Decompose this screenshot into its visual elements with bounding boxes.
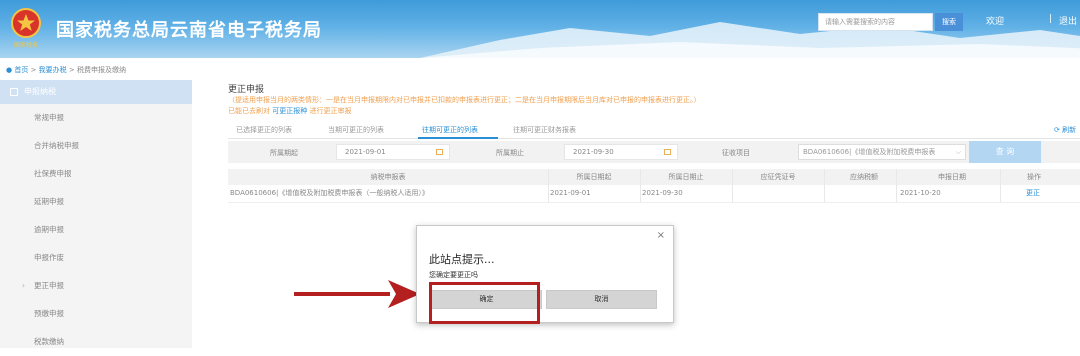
cell-start: 2021-09-01 (550, 189, 591, 197)
red-arrow-annotation (294, 280, 420, 308)
period-end-value: 2021-09-30 (573, 148, 614, 156)
sidebar-item-label: 社保费申报 (34, 169, 72, 178)
refresh-label: 刷新 (1062, 126, 1077, 134)
column-header-start: 所属日期起 (576, 173, 612, 181)
tab-selected-corrections[interactable]: 已选择更正的列表 (236, 125, 292, 135)
column-header-action: 操作 (1027, 173, 1041, 181)
refresh-icon: ⟳ (1054, 126, 1060, 134)
levy-item-select[interactable]: BDA0610606|《增值税及附加税费申报表 ⌵ (798, 144, 966, 160)
chevron-down-icon: ⌵ (955, 148, 961, 156)
sidebar-item-label: 合并纳税申报 (34, 141, 79, 150)
declaration-table: 纳税申报表 所属日期起 所属日期止 应征凭证号 应纳税额 申报日期 操作 BDA… (228, 169, 1080, 203)
column-divider (896, 169, 897, 202)
sidebar-item-label: 更正申报 (34, 281, 64, 290)
levy-item-label: 征收项目 (722, 149, 750, 157)
location-pin-icon: ● (6, 66, 13, 74)
period-end-label: 所属期止 (496, 149, 524, 157)
welcome-text: 欢迎 (986, 17, 1005, 27)
breadcrumb: ● 首页 > 我要办税 > 税费申报及缴纳 (6, 65, 126, 75)
notice-text-2: 已能已去刷对 可更正报种 进行更正审报 (228, 106, 351, 116)
sidebar-item-deferred[interactable]: 延期申报 (0, 188, 192, 216)
notice-text: （提适用申报当月的两类情形：一是在当月申报期限内对已申报并已扣款的申报表进行更正… (228, 96, 701, 104)
column-header-form: 纳税申报表 (370, 173, 406, 181)
active-tab-indicator (418, 137, 498, 139)
column-divider (732, 169, 733, 202)
sidebar-item-correction[interactable]: 更正申报 (0, 272, 192, 300)
tab-bar: 已选择更正的列表 当期可更正的列表 往期可更正的列表 往期可更正财务报表 (228, 122, 1080, 139)
sidebar-item-label: 申报纳税 (24, 87, 56, 96)
close-icon[interactable]: × (657, 230, 665, 241)
correct-link[interactable]: 更正 (1026, 185, 1040, 201)
highlight-box-annotation (429, 282, 540, 324)
sidebar-item-regular[interactable]: 常规申报 (0, 104, 192, 132)
column-divider (640, 169, 641, 202)
dialog-message: 您确定要更正吗 (429, 271, 478, 279)
filter-bar: 所属期起 2021-09-01 所属期止 2021-09-30 征收项目 BDA… (228, 141, 1080, 163)
sidebar-item-label: 延期申报 (34, 197, 64, 206)
search-button[interactable]: 搜索 (935, 13, 963, 31)
breadcrumb-level1[interactable]: 我要办税 (39, 66, 67, 74)
table-row: BDA0610606|《增值税及附加税费申报表（一般纳税人适用）》 2021-0… (228, 185, 1080, 203)
logout-link[interactable]: 退出 (1059, 14, 1077, 27)
query-button[interactable]: 查 询 (969, 141, 1041, 163)
period-start-value: 2021-09-01 (345, 148, 386, 156)
tab-past-financial-statements[interactable]: 往期可更正财务报表 (513, 125, 576, 135)
site-title: 国家税务总局云南省电子税务局 (56, 20, 322, 41)
breadcrumb-home[interactable]: 首页 (14, 66, 28, 74)
column-divider (548, 169, 549, 202)
breadcrumb-level2: 税费申报及缴纳 (77, 66, 126, 74)
search-input[interactable]: 请输入需要搜索的内容 (818, 13, 933, 31)
emblem-text: 国家税务 (14, 41, 38, 49)
refresh-button[interactable]: ⟳ 刷新 (1054, 125, 1076, 135)
calendar-icon (664, 149, 671, 155)
cancel-button[interactable]: 取消 (546, 290, 657, 309)
sidebar-item-social-security[interactable]: 社保费申报 (0, 160, 192, 188)
column-header-end: 所属日期止 (668, 173, 704, 181)
sidebar-item-void[interactable]: 申报作废 (0, 244, 192, 272)
sidebar-item-label: 预缴申报 (34, 309, 64, 318)
site-header: 国家税务 国家税务总局云南省电子税务局 请输入需要搜索的内容 搜索 欢迎 | 退… (0, 0, 1080, 58)
sidebar-item-overdue[interactable]: 逾期申报 (0, 216, 192, 244)
table-header: 纳税申报表 所属日期起 所属日期止 应征凭证号 应纳税额 申报日期 操作 (228, 169, 1080, 185)
column-header-voucher: 应征凭证号 (760, 173, 796, 181)
column-divider (1000, 169, 1001, 202)
column-header-tax: 应纳税额 (850, 173, 878, 181)
breadcrumb-separator: > (28, 66, 39, 74)
notice-prefix: 已能已去刷对 (228, 107, 270, 115)
levy-item-value: BDA0610606|《增值税及附加税费申报表 (803, 148, 936, 156)
sidebar-item-label: 常规申报 (34, 113, 64, 122)
correctable-forms-link[interactable]: 可更正报种 (272, 107, 307, 115)
header-separator: | (1049, 14, 1053, 24)
sidebar-item-tax-filing[interactable]: 申报纳税 (0, 80, 192, 104)
sidebar-item-consolidated[interactable]: 合并纳税申报 (0, 132, 192, 160)
sidebar-item-prepayment[interactable]: 预缴申报 (0, 300, 192, 328)
breadcrumb-separator: > (66, 66, 77, 74)
column-divider (824, 169, 825, 202)
sidebar-item-tax-payment[interactable]: 税款缴纳 (0, 328, 192, 356)
sidebar-item-label: 逾期申报 (34, 225, 64, 234)
cell-date: 2021-10-20 (900, 189, 941, 197)
tax-emblem-icon: 国家税务 (11, 8, 41, 49)
period-start-input[interactable]: 2021-09-01 (336, 144, 450, 160)
cell-end: 2021-09-30 (642, 189, 683, 197)
column-header-date: 申报日期 (938, 173, 966, 181)
tab-past-periods[interactable]: 往期可更正的列表 (422, 125, 478, 135)
mountain-background (420, 22, 1080, 58)
period-end-input[interactable]: 2021-09-30 (564, 144, 678, 160)
notice-suffix: 进行更正审报 (309, 107, 352, 115)
dialog-title: 此站点提示... (429, 253, 495, 266)
page-title: 更正申报 (228, 85, 265, 95)
sidebar-item-label: 申报作废 (34, 253, 64, 262)
calendar-icon (436, 149, 443, 155)
document-icon (10, 88, 18, 96)
cell-form: BDA0610606|《增值税及附加税费申报表（一般纳税人适用）》 (230, 189, 429, 197)
sidebar-item-label: 税款缴纳 (34, 337, 64, 346)
sidebar: 申报纳税 常规申报 合并纳税申报 社保费申报 延期申报 逾期申报 申报作废 更正… (0, 80, 192, 348)
period-start-label: 所属期起 (270, 149, 298, 157)
tab-current-period[interactable]: 当期可更正的列表 (328, 125, 384, 135)
